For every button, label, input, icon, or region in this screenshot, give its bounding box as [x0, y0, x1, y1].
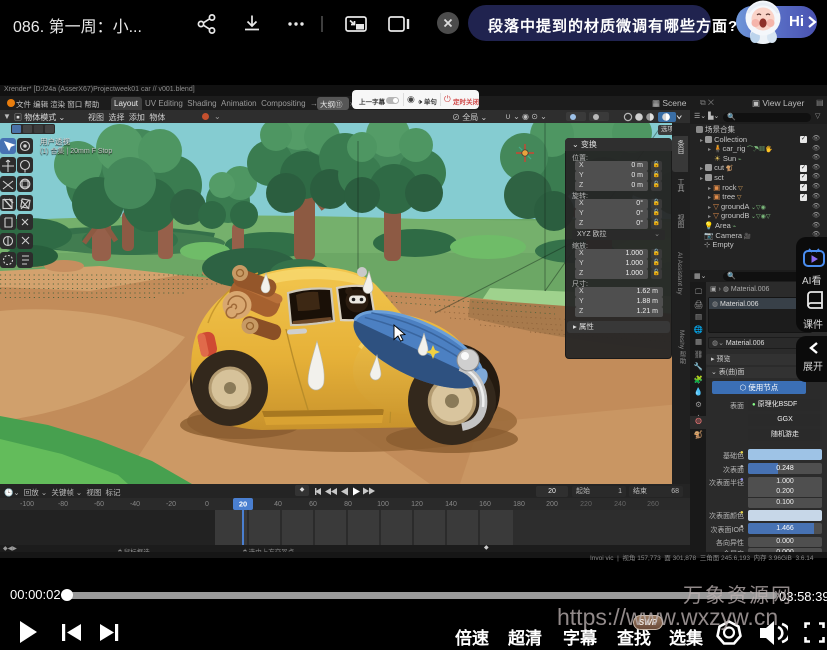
svg-text:-20: -20 — [166, 501, 176, 508]
svg-text:60: 60 — [309, 501, 317, 508]
svg-text:-40: -40 — [130, 501, 140, 508]
svg-text:-80: -80 — [58, 501, 68, 508]
svg-text:200: 200 — [546, 501, 558, 508]
svg-text:0: 0 — [205, 501, 209, 508]
svg-text:120: 120 — [411, 501, 423, 508]
svg-text:-100: -100 — [20, 501, 34, 508]
svg-text:220: 220 — [580, 501, 592, 508]
svg-text:40: 40 — [274, 501, 282, 508]
svg-text:100: 100 — [377, 501, 389, 508]
svg-text:140: 140 — [445, 501, 457, 508]
svg-text:-60: -60 — [94, 501, 104, 508]
svg-text:20: 20 — [239, 500, 247, 509]
svg-text:80: 80 — [344, 501, 352, 508]
svg-text:240: 240 — [614, 501, 626, 508]
svg-text:260: 260 — [647, 501, 659, 508]
svg-text:180: 180 — [513, 501, 525, 508]
svg-text:160: 160 — [479, 501, 491, 508]
